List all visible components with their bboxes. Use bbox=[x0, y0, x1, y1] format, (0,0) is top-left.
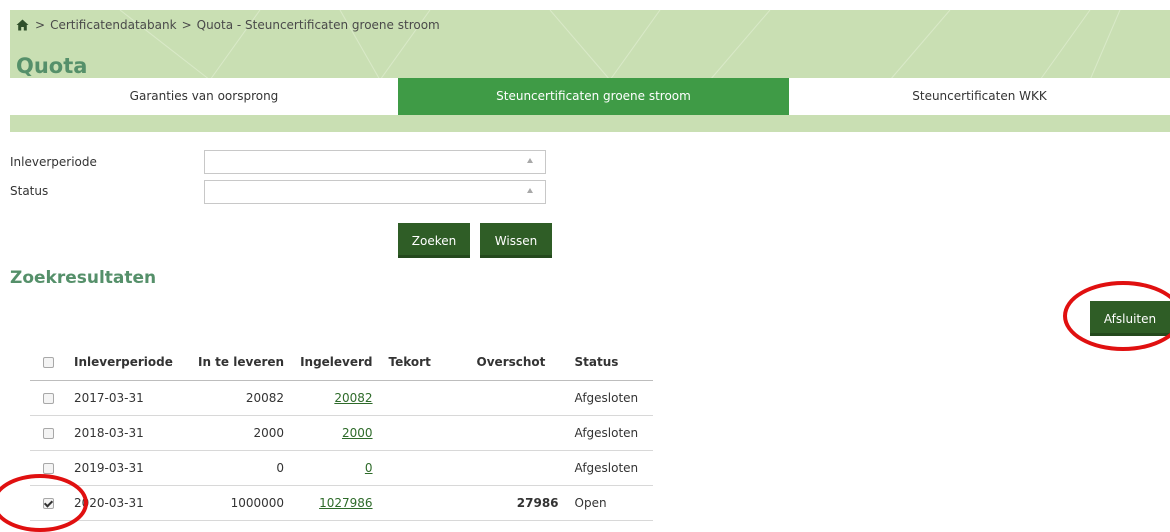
row-checkbox[interactable] bbox=[42, 463, 54, 474]
status-select[interactable] bbox=[204, 180, 546, 204]
dropdown-arrow-icon bbox=[527, 188, 533, 193]
results-title: Zoekresultaten bbox=[10, 268, 157, 288]
cell-in-te-leveren: 2000 bbox=[190, 415, 293, 451]
ingeleverd-link[interactable]: 2000 bbox=[342, 426, 373, 440]
table-row: 2018-03-31 2000 2000 Afgesloten bbox=[30, 415, 653, 451]
row-checkbox[interactable] bbox=[42, 428, 54, 439]
col-in-te-leveren[interactable]: In te leveren bbox=[190, 344, 293, 381]
ingeleverd-link[interactable]: 0 bbox=[365, 461, 373, 475]
cell-tekort bbox=[380, 485, 469, 521]
cell-overschot bbox=[468, 380, 567, 416]
cell-status: Afgesloten bbox=[566, 450, 653, 486]
zoeken-button[interactable]: Zoeken bbox=[398, 223, 470, 258]
cell-status: Afgesloten bbox=[566, 415, 653, 451]
cell-inleverperiode: 2018-03-31 bbox=[66, 415, 190, 451]
table-row: 2017-03-31 20082 20082 Afgesloten bbox=[30, 380, 653, 416]
cell-in-te-leveren: 0 bbox=[190, 450, 293, 486]
col-ingeleverd[interactable]: Ingeleverd bbox=[292, 344, 381, 381]
table-row: 2019-03-31 0 0 Afgesloten bbox=[30, 450, 653, 486]
breadcrumb-current: Quota - Steuncertificaten groene stroom bbox=[196, 18, 440, 32]
cell-overschot bbox=[468, 415, 567, 451]
col-status[interactable]: Status bbox=[566, 344, 653, 381]
row-checkbox-cell bbox=[30, 380, 66, 416]
results-table: Inleverperiode In te leveren Ingeleverd … bbox=[30, 344, 653, 521]
breadcrumb: > Certificatendatabank > Quota - Steunce… bbox=[16, 18, 440, 32]
col-inleverperiode[interactable]: Inleverperiode bbox=[66, 344, 190, 381]
home-icon[interactable] bbox=[16, 19, 29, 31]
cell-ingeleverd: 0 bbox=[292, 450, 381, 486]
cell-ingeleverd: 20082 bbox=[292, 380, 381, 416]
cell-status: Afgesloten bbox=[566, 380, 653, 416]
cell-tekort bbox=[380, 450, 469, 486]
row-checkbox-cell bbox=[30, 415, 66, 451]
row-checkbox-checked[interactable] bbox=[42, 498, 54, 509]
cell-in-te-leveren: 20082 bbox=[190, 380, 293, 416]
ingeleverd-link[interactable]: 20082 bbox=[334, 391, 372, 405]
dropdown-arrow-icon bbox=[527, 158, 533, 163]
table-row: 2020-03-31 1000000 1027986 27986 Open bbox=[30, 485, 653, 521]
inleverperiode-select[interactable] bbox=[204, 150, 546, 174]
row-checkbox-cell bbox=[30, 450, 66, 486]
inleverperiode-label: Inleverperiode bbox=[10, 155, 97, 169]
cell-ingeleverd: 1027986 bbox=[292, 485, 381, 521]
tab-steuncertificaten-groene-stroom[interactable]: Steuncertificaten groene stroom bbox=[398, 78, 789, 115]
tab-steuncertificaten-wkk[interactable]: Steuncertificaten WKK bbox=[789, 78, 1170, 115]
wissen-button[interactable]: Wissen bbox=[480, 223, 552, 258]
table-header-row: Inleverperiode In te leveren Ingeleverd … bbox=[30, 344, 653, 381]
cell-in-te-leveren: 1000000 bbox=[190, 485, 293, 521]
afsluiten-button[interactable]: Afsluiten bbox=[1090, 301, 1170, 336]
breadcrumb-separator: > bbox=[35, 18, 46, 32]
cell-tekort bbox=[380, 415, 469, 451]
ingeleverd-link[interactable]: 1027986 bbox=[319, 496, 372, 510]
cell-inleverperiode: 2020-03-31 bbox=[66, 485, 190, 521]
tab-garanties-van-oorsprong[interactable]: Garanties van oorsprong bbox=[10, 78, 398, 115]
cell-inleverperiode: 2017-03-31 bbox=[66, 380, 190, 416]
cell-overschot bbox=[468, 450, 567, 486]
breadcrumb-certificatendatabank[interactable]: Certificatendatabank bbox=[50, 18, 177, 32]
cell-ingeleverd: 2000 bbox=[292, 415, 381, 451]
row-checkbox[interactable] bbox=[42, 393, 54, 404]
row-checkbox-cell bbox=[30, 485, 66, 521]
status-label: Status bbox=[10, 184, 49, 198]
cell-inleverperiode: 2019-03-31 bbox=[66, 450, 190, 486]
breadcrumb-separator: > bbox=[181, 18, 192, 32]
select-all-checkbox[interactable] bbox=[42, 357, 54, 368]
cell-tekort bbox=[380, 380, 469, 416]
page-title: Quota bbox=[16, 54, 88, 78]
col-tekort[interactable]: Tekort bbox=[380, 344, 469, 381]
col-overschot[interactable]: Overschot bbox=[468, 344, 567, 381]
cell-status: Open bbox=[566, 485, 653, 521]
cell-overschot: 27986 bbox=[468, 485, 567, 521]
select-all-cell bbox=[30, 344, 66, 381]
tab-bar: Garanties van oorsprong Steuncertificate… bbox=[10, 78, 1170, 115]
